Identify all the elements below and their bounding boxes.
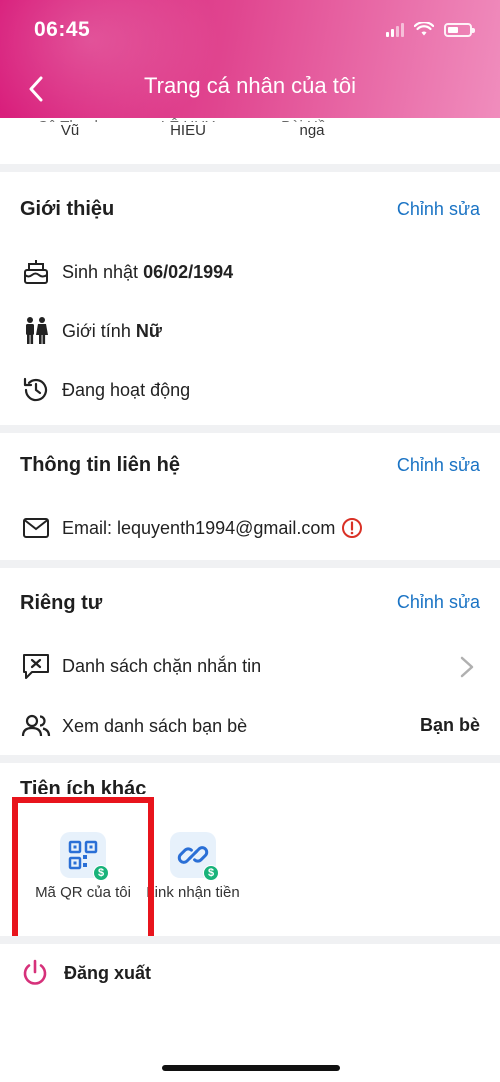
friend-list-label: Xem danh sách bạn bè xyxy=(62,715,248,736)
gender-label: Giới tính xyxy=(62,320,131,341)
friend-item[interactable]: Bùi Hồng nga xyxy=(262,118,362,140)
email-row: Email: lequyenth1994@gmail.com xyxy=(20,512,363,544)
friend-name-bottom: Vũ xyxy=(60,122,80,139)
gender-row: Giới tính Nữ xyxy=(20,315,162,347)
battery-icon xyxy=(444,22,475,37)
highlight-box xyxy=(12,797,154,942)
privacy-edit-button[interactable]: Chỉnh sửa xyxy=(397,592,480,613)
friend-list-row[interactable]: Xem danh sách bạn bè xyxy=(20,710,247,742)
link-icon: $ xyxy=(170,832,219,881)
intro-title: Giới thiệu xyxy=(20,198,115,220)
privacy-title: Riêng tư xyxy=(20,592,103,614)
wifi-icon xyxy=(414,22,434,36)
status-icons xyxy=(386,22,475,37)
birthday-row: Sinh nhật 06/02/1994 xyxy=(20,256,233,288)
payment-link-button[interactable]: $ Link nhận tiền xyxy=(138,832,248,902)
utilities-title: Tiện ích khác xyxy=(20,778,147,794)
home-indicator[interactable] xyxy=(162,1065,340,1071)
contact-title: Thông tin liên hệ xyxy=(20,454,180,476)
section-divider xyxy=(0,936,500,944)
friend-list-value[interactable]: Bạn bè xyxy=(420,715,480,736)
logout-button[interactable]: Đăng xuất xyxy=(20,958,151,988)
back-button[interactable] xyxy=(28,72,58,106)
section-divider xyxy=(0,425,500,433)
power-icon xyxy=(23,959,47,985)
dollar-badge-icon: $ xyxy=(203,865,219,881)
friend-item[interactable]: Cô Thanh Vũ xyxy=(20,118,120,140)
signal-icon xyxy=(386,22,404,37)
friends-strip: Cô Thanh Vũ LÊ HUY HIEU Bùi Hồng nga xyxy=(0,118,500,164)
section-divider xyxy=(0,755,500,763)
activity-row: Đang hoạt động xyxy=(20,374,190,406)
header-bar: 06:45 Trang cá nhân của tôi xyxy=(0,0,500,118)
block-list-row[interactable]: Danh sách chặn nhắn tin xyxy=(20,650,261,682)
mail-icon xyxy=(23,518,49,538)
page-title: Trang cá nhân của tôi xyxy=(144,73,356,98)
section-divider xyxy=(0,560,500,568)
intro-edit-button[interactable]: Chỉnh sửa xyxy=(397,199,480,220)
activity-label: Đang hoạt động xyxy=(62,379,191,400)
friend-name-bottom: HIEU xyxy=(170,122,206,139)
section-divider xyxy=(0,164,500,172)
birthday-value: 06/02/1994 xyxy=(143,261,234,282)
block-list-label: Danh sách chặn nhắn tin xyxy=(62,655,262,676)
gender-value: Nữ xyxy=(135,320,162,341)
users-icon xyxy=(21,714,51,737)
friend-item[interactable]: LÊ HUY HIEU xyxy=(138,118,238,140)
logout-label: Đăng xuất xyxy=(64,962,152,983)
email-text: Email: lequyenth1994@gmail.com xyxy=(62,517,336,538)
blocked-message-icon xyxy=(23,654,49,679)
status-time: 06:45 xyxy=(34,18,91,41)
cake-icon xyxy=(24,260,48,284)
history-clock-icon xyxy=(23,377,48,402)
gender-icon xyxy=(26,317,48,344)
payment-link-label: Link nhận tiền xyxy=(146,884,240,901)
contact-edit-button[interactable]: Chỉnh sửa xyxy=(397,455,480,476)
chevron-left-icon xyxy=(29,76,43,102)
friend-name-bottom: nga xyxy=(299,122,325,139)
chevron-right-icon xyxy=(460,656,474,678)
birthday-label: Sinh nhật xyxy=(62,261,139,282)
warning-icon[interactable] xyxy=(341,517,363,539)
